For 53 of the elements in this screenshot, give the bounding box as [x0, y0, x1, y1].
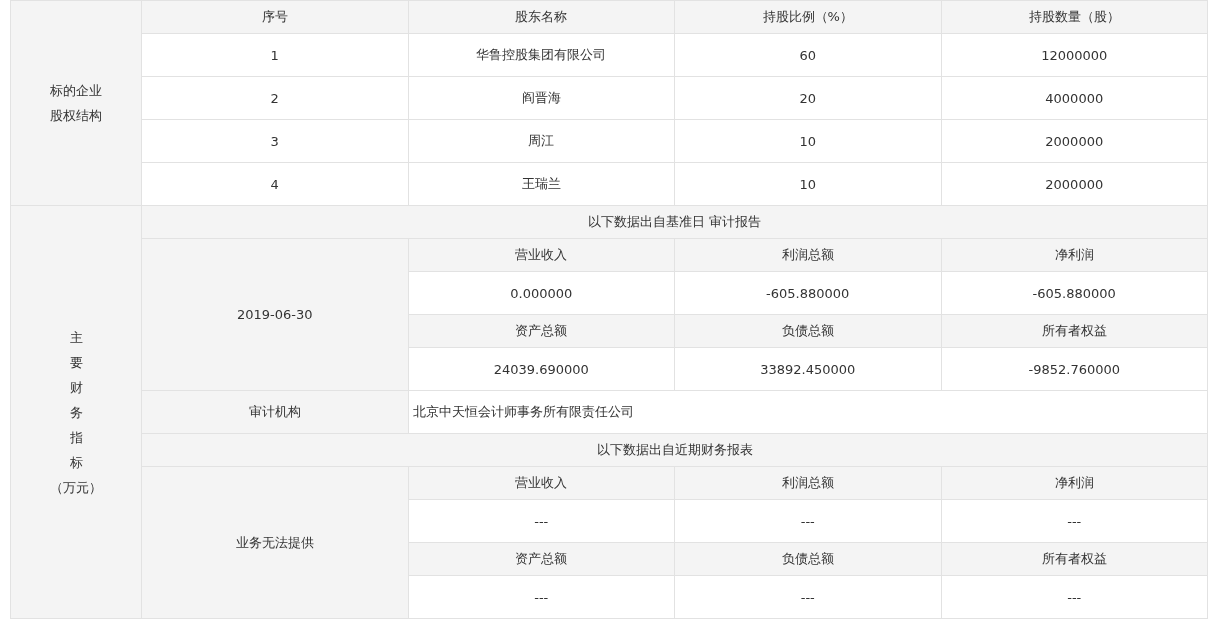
table-cell: 北京中天恒会计师事务所有限责任公司 — [408, 390, 1208, 434]
table-cell: --- — [408, 499, 675, 543]
column-header: 营业收入 — [408, 238, 675, 272]
table-cell: 阎晋海 — [408, 76, 675, 120]
table-cell: --- — [941, 575, 1208, 619]
column-header: 利润总额 — [674, 238, 941, 272]
section-label: 标的企业股权结构 — [49, 82, 103, 125]
table-cell: --- — [408, 575, 675, 619]
table-cell: 33892.450000 — [674, 347, 941, 391]
column-header: 负债总额 — [674, 542, 941, 576]
table-cell: -605.880000 — [674, 271, 941, 315]
column-header: 资产总额 — [408, 314, 675, 348]
table-cell: 4000000 — [941, 76, 1208, 120]
table-cell: 4 — [141, 162, 408, 206]
table-cell: -605.880000 — [941, 271, 1208, 315]
column-header: 股东名称 — [408, 0, 675, 34]
table-cell: 1 — [141, 33, 408, 77]
column-header: 营业收入 — [408, 466, 675, 500]
table-cell: 周江 — [408, 119, 675, 163]
table-cell: --- — [674, 499, 941, 543]
table-cell: 12000000 — [941, 33, 1208, 77]
table-cell: 华鲁控股集团有限公司 — [408, 33, 675, 77]
column-header: 资产总额 — [408, 542, 675, 576]
row-label: 审计机构 — [141, 390, 408, 434]
column-header: 负债总额 — [674, 314, 941, 348]
unit-label: （万元） — [50, 478, 102, 497]
table-cell: 24039.690000 — [408, 347, 675, 391]
table-cell: -9852.760000 — [941, 347, 1208, 391]
table-cell: --- — [941, 499, 1208, 543]
table-cell: 2 — [141, 76, 408, 120]
column-header: 所有者权益 — [941, 542, 1208, 576]
table-cell: 3 — [141, 119, 408, 163]
column-header: 利润总额 — [674, 466, 941, 500]
column-header: 净利润 — [941, 238, 1208, 272]
table-cell: --- — [674, 575, 941, 619]
column-header: 所有者权益 — [941, 314, 1208, 348]
column-header: 持股比例（%） — [674, 0, 941, 34]
table-cell: 2000000 — [941, 162, 1208, 206]
section-title: 以下数据出自近期财务报表 — [141, 433, 1208, 467]
table-cell: 2000000 — [941, 119, 1208, 163]
table-cell: 60 — [674, 33, 941, 77]
column-header: 序号 — [141, 0, 408, 34]
table-cell: 10 — [674, 162, 941, 206]
table-cell: 10 — [674, 119, 941, 163]
period-cell: 业务无法提供 — [141, 466, 408, 619]
table-cell: 20 — [674, 76, 941, 120]
period-cell: 2019-06-30 — [141, 238, 408, 391]
section-label: 主要财务指标 — [69, 328, 83, 472]
section-title: 以下数据出自基准日 审计报告 — [141, 205, 1208, 239]
table-cell: 王瑞兰 — [408, 162, 675, 206]
column-header: 持股数量（股） — [941, 0, 1208, 34]
column-header: 净利润 — [941, 466, 1208, 500]
table-cell: 0.000000 — [408, 271, 675, 315]
